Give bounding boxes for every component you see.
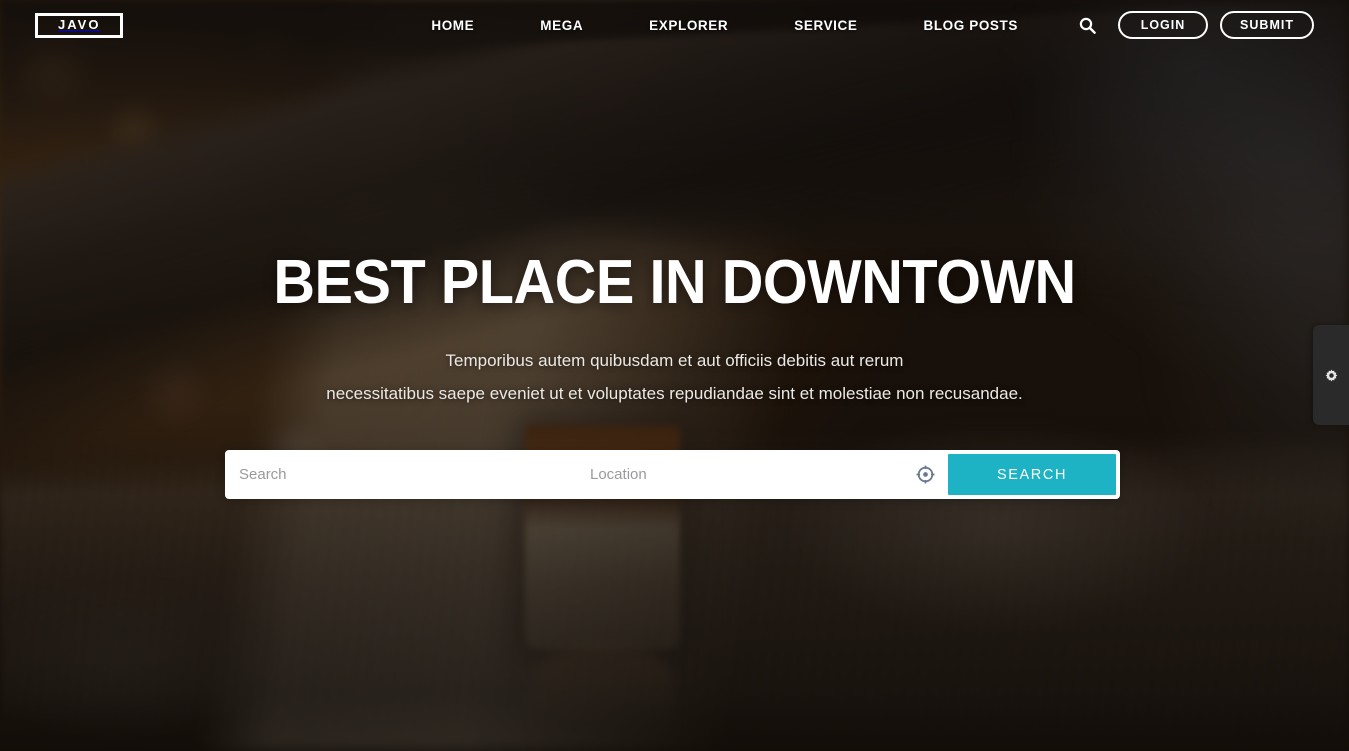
hero-section: JAVO HOME MEGA EXPLORER SERVICE BLOG POS… [0, 0, 1349, 751]
hero-content: BEST PLACE IN DOWNTOWN Temporibus autem … [0, 250, 1349, 410]
nav-item-explorer[interactable]: EXPLORER [649, 18, 728, 33]
site-logo[interactable]: JAVO [35, 12, 124, 38]
location-input[interactable] [590, 450, 900, 499]
main-navigation: HOME MEGA EXPLORER SERVICE BLOG POSTS [398, 17, 1118, 34]
header-actions: LOGIN SUBMIT [1118, 11, 1314, 39]
nav-item-blog-posts[interactable]: BLOG POSTS [923, 18, 1018, 33]
settings-panel-toggle[interactable] [1313, 325, 1349, 425]
logo-text: JAVO [58, 17, 101, 32]
search-icon[interactable] [1079, 17, 1096, 34]
search-submit-button[interactable]: SEARCH [948, 454, 1116, 495]
login-button[interactable]: LOGIN [1118, 11, 1208, 39]
site-header: JAVO HOME MEGA EXPLORER SERVICE BLOG POS… [0, 0, 1349, 50]
page-title: BEST PLACE IN DOWNTOWN [273, 248, 1076, 317]
hero-subtitle-line-2: necessitatibus saepe eveniet ut et volup… [326, 384, 1023, 404]
hero-search-bar: SEARCH [225, 450, 1120, 499]
crosshair-location-icon[interactable] [902, 450, 948, 499]
hero-subtitle-line-1: Temporibus autem quibusdam et aut offici… [445, 351, 904, 371]
search-input[interactable] [225, 450, 590, 499]
nav-item-service[interactable]: SERVICE [794, 18, 857, 33]
nav-item-home[interactable]: HOME [431, 18, 474, 33]
submit-button[interactable]: SUBMIT [1220, 11, 1314, 39]
gear-icon [1323, 367, 1340, 384]
hero-subtitle: Temporibus autem quibusdam et aut offici… [0, 344, 1349, 410]
nav-item-mega[interactable]: MEGA [540, 18, 583, 33]
